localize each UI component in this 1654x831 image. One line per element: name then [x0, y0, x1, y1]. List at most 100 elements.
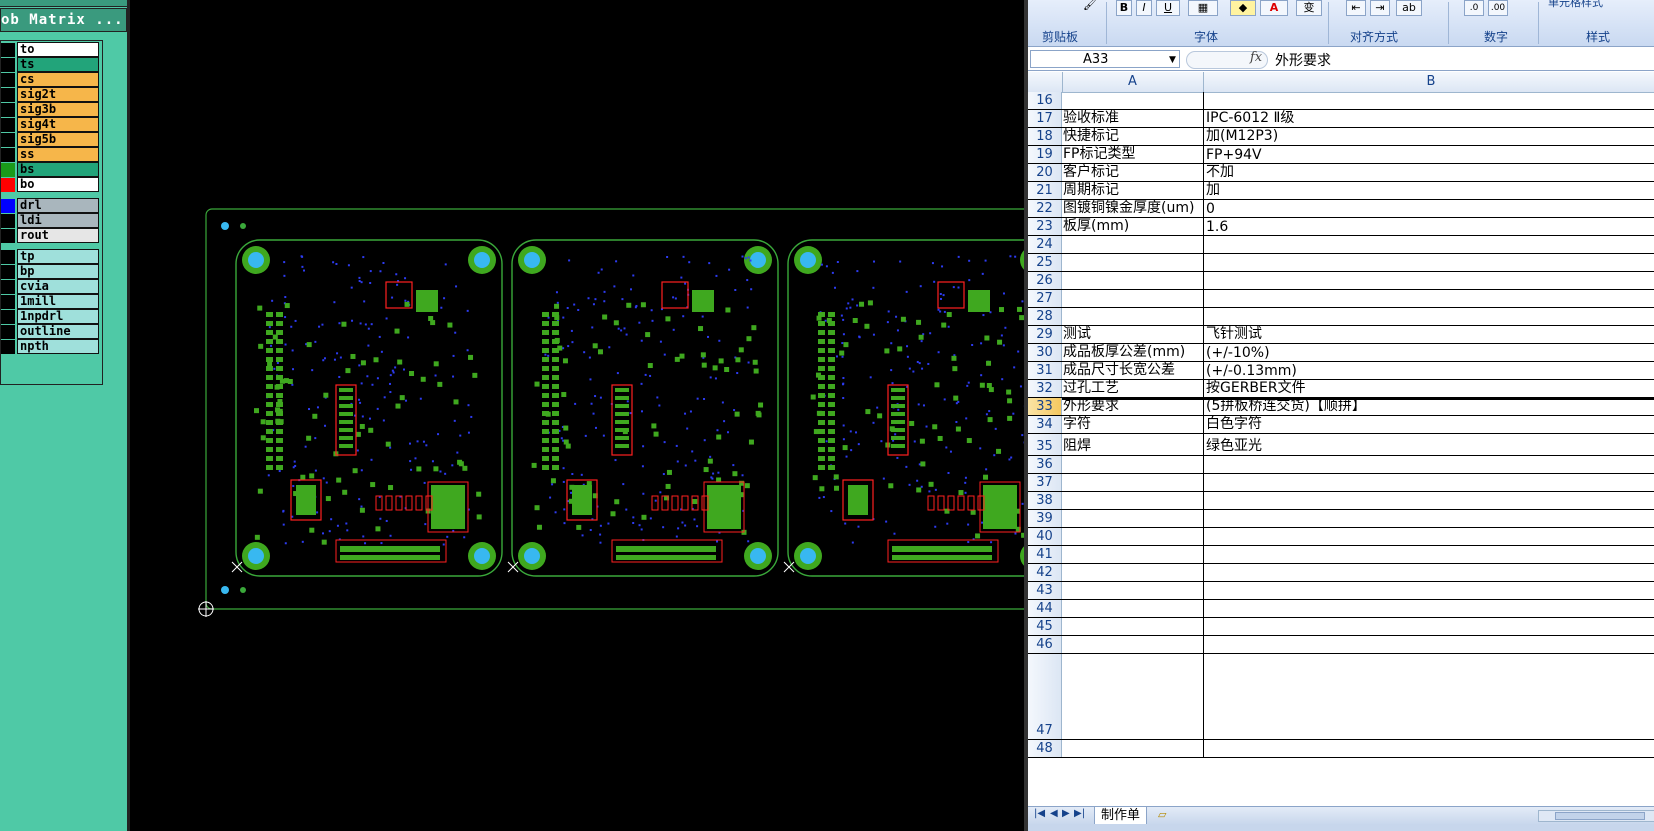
- layer-name[interactable]: ss: [17, 147, 99, 162]
- cell-a[interactable]: FP标记类型: [1062, 146, 1204, 163]
- row-header[interactable]: 40: [1028, 528, 1062, 545]
- cell-a[interactable]: [1062, 308, 1204, 325]
- cell-b[interactable]: [1204, 290, 1654, 307]
- cell-b[interactable]: [1204, 254, 1654, 271]
- layer-row-bp[interactable]: bp: [1, 264, 101, 279]
- cell-b[interactable]: 白色字符: [1204, 416, 1654, 433]
- cell-a[interactable]: [1062, 654, 1204, 739]
- cell-b[interactable]: [1204, 272, 1654, 289]
- cell-a[interactable]: [1062, 582, 1204, 599]
- layer-row-drl[interactable]: drl: [1, 198, 101, 213]
- cell-a[interactable]: 外形要求: [1062, 398, 1204, 415]
- cell-a[interactable]: [1062, 456, 1204, 473]
- name-box-dropdown-icon[interactable]: ▼: [1169, 55, 1176, 65]
- bold-button[interactable]: B: [1116, 0, 1132, 16]
- increase-decimal-button[interactable]: .0: [1464, 0, 1484, 16]
- cell-b[interactable]: 不加: [1204, 164, 1654, 181]
- row-header[interactable]: 48: [1028, 740, 1062, 757]
- row-header[interactable]: 32: [1028, 380, 1062, 397]
- layer-color-swatch[interactable]: [1, 250, 15, 264]
- layer-row-to[interactable]: to: [1, 42, 101, 57]
- layer-name[interactable]: drl: [17, 198, 99, 213]
- layer-name[interactable]: rout: [17, 228, 99, 243]
- next-sheet-icon[interactable]: ▶: [1062, 808, 1070, 819]
- layer-color-swatch[interactable]: [1, 325, 15, 339]
- row-header[interactable]: 38: [1028, 492, 1062, 509]
- first-sheet-icon[interactable]: |◀: [1034, 808, 1045, 819]
- row-header[interactable]: 18: [1028, 128, 1062, 145]
- italic-button[interactable]: I: [1136, 0, 1152, 16]
- cell-b[interactable]: 1.6: [1204, 218, 1654, 235]
- layer-color-swatch[interactable]: [1, 103, 15, 117]
- row-header[interactable]: 47: [1028, 654, 1062, 739]
- cell-b[interactable]: [1204, 564, 1654, 581]
- cell-a[interactable]: [1062, 618, 1204, 635]
- worksheet-grid[interactable]: 16 17 验收标准 IPC-6012 Ⅱ级 18 快捷标记 加(M12P3) 19 FP标记类…: [1028, 92, 1654, 804]
- layer-name[interactable]: sig4t: [17, 117, 99, 132]
- row-header[interactable]: 46: [1028, 636, 1062, 653]
- layer-color-swatch[interactable]: [1, 73, 15, 87]
- orientation-button[interactable]: ab: [1396, 0, 1422, 16]
- cell-a[interactable]: [1062, 636, 1204, 653]
- cell-b[interactable]: [1204, 740, 1654, 757]
- row-header[interactable]: 24: [1028, 236, 1062, 253]
- cell-b[interactable]: [1204, 510, 1654, 527]
- cell-b[interactable]: [1204, 546, 1654, 563]
- layer-name[interactable]: ldi: [17, 213, 99, 228]
- cell-b[interactable]: [1204, 456, 1654, 473]
- row-header[interactable]: 22: [1028, 200, 1062, 217]
- layer-name[interactable]: sig2t: [17, 87, 99, 102]
- layer-name[interactable]: to: [17, 42, 99, 57]
- cell-a[interactable]: 字符: [1062, 416, 1204, 433]
- cell-b[interactable]: [1204, 308, 1654, 325]
- row-header[interactable]: 26: [1028, 272, 1062, 289]
- cell-b[interactable]: [1204, 654, 1654, 739]
- cell-b[interactable]: 按GERBER文件: [1204, 380, 1654, 397]
- cell-b[interactable]: 加(M12P3): [1204, 128, 1654, 145]
- cell-b[interactable]: [1204, 528, 1654, 545]
- layer-name[interactable]: outline: [17, 324, 99, 339]
- formula-input[interactable]: 外形要求: [1275, 50, 1331, 70]
- cell-b[interactable]: [1204, 636, 1654, 653]
- row-header[interactable]: 21: [1028, 182, 1062, 199]
- layer-color-swatch[interactable]: [1, 214, 15, 228]
- row-header[interactable]: 31: [1028, 362, 1062, 379]
- row-header[interactable]: 30: [1028, 344, 1062, 361]
- column-header-b[interactable]: B: [1204, 72, 1654, 92]
- layer-name[interactable]: cvia: [17, 279, 99, 294]
- layer-row-1npdrl[interactable]: 1npdrl: [1, 309, 101, 324]
- cell-b[interactable]: 飞针测试: [1204, 326, 1654, 343]
- layer-name[interactable]: bo: [17, 177, 99, 192]
- row-header[interactable]: 36: [1028, 456, 1062, 473]
- cell-a[interactable]: 周期标记: [1062, 182, 1204, 199]
- font-color-button[interactable]: A: [1260, 0, 1288, 16]
- insert-sheet-icon[interactable]: ▱: [1158, 808, 1166, 821]
- layer-color-swatch[interactable]: [1, 118, 15, 132]
- cell-a[interactable]: 成品板厚公差(mm): [1062, 344, 1204, 361]
- cell-a[interactable]: 过孔工艺: [1062, 380, 1204, 397]
- row-header[interactable]: 19: [1028, 146, 1062, 163]
- cell-a[interactable]: 验收标准: [1062, 110, 1204, 127]
- cell-b[interactable]: [1204, 92, 1654, 109]
- layer-row-cs[interactable]: cs: [1, 72, 101, 87]
- scrollbar-thumb[interactable]: [1555, 812, 1645, 820]
- layer-row-ss[interactable]: ss: [1, 147, 101, 162]
- row-header[interactable]: 25: [1028, 254, 1062, 271]
- row-header[interactable]: 43: [1028, 582, 1062, 599]
- layer-color-swatch[interactable]: [1, 58, 15, 72]
- column-header-a[interactable]: A: [1062, 72, 1204, 92]
- indent-decrease-button[interactable]: ⇤: [1346, 0, 1366, 16]
- cell-b[interactable]: 0: [1204, 200, 1654, 217]
- cell-a[interactable]: 测试: [1062, 326, 1204, 343]
- cell-b[interactable]: [1204, 474, 1654, 491]
- cell-a[interactable]: [1062, 92, 1204, 109]
- cell-a[interactable]: 阻焊: [1062, 434, 1204, 455]
- row-header[interactable]: 20: [1028, 164, 1062, 181]
- layer-color-swatch[interactable]: [1, 88, 15, 102]
- layer-color-swatch[interactable]: [1, 133, 15, 147]
- layer-name[interactable]: 1npdrl: [17, 309, 99, 324]
- layer-row-cvia[interactable]: cvia: [1, 279, 101, 294]
- layer-row-1mill[interactable]: 1mill: [1, 294, 101, 309]
- cell-b[interactable]: FP+94V: [1204, 146, 1654, 163]
- cell-a[interactable]: [1062, 600, 1204, 617]
